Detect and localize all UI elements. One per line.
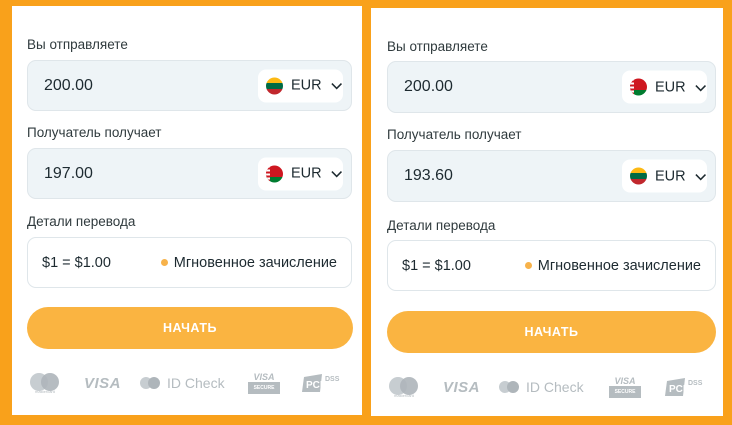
receive-amount-field[interactable]: 197.00 EUR	[27, 148, 352, 199]
details-label: Детали перевода	[27, 214, 136, 229]
send-amount-input[interactable]: 200.00	[44, 77, 93, 95]
instant-credit-text: Мгновенное зачисление	[173, 254, 337, 271]
mastercard-caption: mastercard	[393, 393, 414, 398]
visa-secure-bottom: SECURE	[253, 385, 275, 391]
visa-text: VISA	[84, 374, 122, 392]
visa-secure-top: VISA	[614, 376, 636, 386]
chevron-down-icon	[330, 83, 342, 90]
send-currency-code: EUR	[655, 79, 686, 95]
send-amount-field[interactable]: 200.00 EUR	[387, 61, 716, 113]
send-label: Вы отправляете	[387, 39, 488, 54]
visa-logo: VISA	[84, 368, 121, 398]
receive-amount-input[interactable]: 197.00	[44, 165, 93, 183]
lithuania-flag-icon	[266, 77, 283, 94]
secure-bar: SECURE	[248, 382, 280, 394]
receive-amount-field[interactable]: 193.60 EUR	[387, 150, 716, 202]
send-currency-code: EUR	[291, 77, 322, 94]
receive-label: Получатель получает	[27, 125, 162, 140]
payment-logos: mastercard VISA ID Check VISA SECURE PCI…	[26, 368, 348, 398]
start-button[interactable]: НАЧАТЬ	[387, 311, 716, 353]
payment-logos: mastercard VISA ID Check VISA SECURE PCI…	[385, 372, 709, 402]
send-label: Вы отправляете	[27, 37, 128, 52]
instant-credit: Мгновенное зачисление	[160, 254, 337, 271]
id-check-text: ID Check	[167, 375, 225, 391]
visa-text: VISA	[443, 378, 481, 396]
mastercard-icon: mastercard	[385, 372, 423, 402]
mastercard-caption: mastercard	[34, 389, 55, 394]
send-currency-select[interactable]: EUR	[258, 69, 343, 102]
svg-text:PCI: PCI	[669, 384, 686, 395]
pci-dss-logo: PCI DSS	[302, 368, 339, 398]
receive-currency-select[interactable]: EUR	[622, 159, 707, 193]
start-button[interactable]: НАЧАТЬ	[27, 307, 353, 349]
secure-bar: SECURE	[609, 386, 641, 398]
visa-logo: VISA	[443, 372, 480, 402]
mastercard-icon: mastercard	[26, 368, 64, 398]
chevron-down-icon	[694, 84, 706, 91]
receive-currency-code: EUR	[655, 168, 686, 184]
receive-label: Получатель получает	[387, 127, 522, 142]
status-dot-icon	[160, 259, 168, 266]
pci-icon: PCI	[302, 374, 323, 392]
send-amount-input[interactable]: 200.00	[404, 78, 453, 96]
id-check-logo: ID Check	[498, 372, 584, 402]
receive-currency-code: EUR	[291, 165, 322, 182]
visa-secure-bottom: SECURE	[614, 389, 636, 395]
pci-dss-text: DSS	[325, 375, 340, 383]
send-amount-field[interactable]: 200.00 EUR	[27, 60, 352, 111]
chevron-down-icon	[330, 171, 342, 178]
transfer-panel-right: Вы отправляете 200.00 EUR Получатель пол…	[371, 8, 723, 416]
transfer-details-box: $1 = $1.00 Мгновенное зачисление	[387, 240, 716, 291]
details-label: Детали перевода	[387, 218, 496, 233]
id-check-icon	[499, 381, 519, 393]
visa-secure-logo: VISA SECURE	[609, 372, 641, 402]
instant-credit: Мгновенное зачисление	[524, 257, 701, 274]
exchange-rate: $1 = $1.00	[402, 257, 471, 274]
lithuania-flag-icon	[630, 167, 647, 185]
status-dot-icon	[524, 262, 532, 269]
instant-credit-text: Мгновенное зачисление	[537, 257, 701, 274]
id-check-logo: ID Check	[139, 368, 225, 398]
visa-secure-top: VISA	[253, 372, 275, 382]
receive-amount-input[interactable]: 193.60	[404, 167, 453, 185]
pci-dss-text: DSS	[688, 379, 703, 387]
visa-secure-logo: VISA SECURE	[248, 368, 280, 398]
id-check-icon	[140, 377, 160, 389]
svg-text:PCI: PCI	[306, 380, 323, 391]
transfer-panel-left: Вы отправляете 200.00 EUR Получатель пол…	[12, 6, 362, 415]
id-check-text: ID Check	[526, 379, 584, 395]
send-currency-select[interactable]: EUR	[622, 70, 707, 104]
belarus-flag-icon	[266, 165, 283, 182]
belarus-flag-icon	[630, 78, 647, 96]
receive-currency-select[interactable]: EUR	[258, 157, 343, 190]
pci-icon: PCI	[665, 378, 686, 396]
chevron-down-icon	[694, 173, 706, 180]
transfer-details-box: $1 = $1.00 Мгновенное зачисление	[27, 237, 352, 288]
exchange-rate: $1 = $1.00	[42, 254, 111, 271]
pci-dss-logo: PCI DSS	[665, 372, 702, 402]
